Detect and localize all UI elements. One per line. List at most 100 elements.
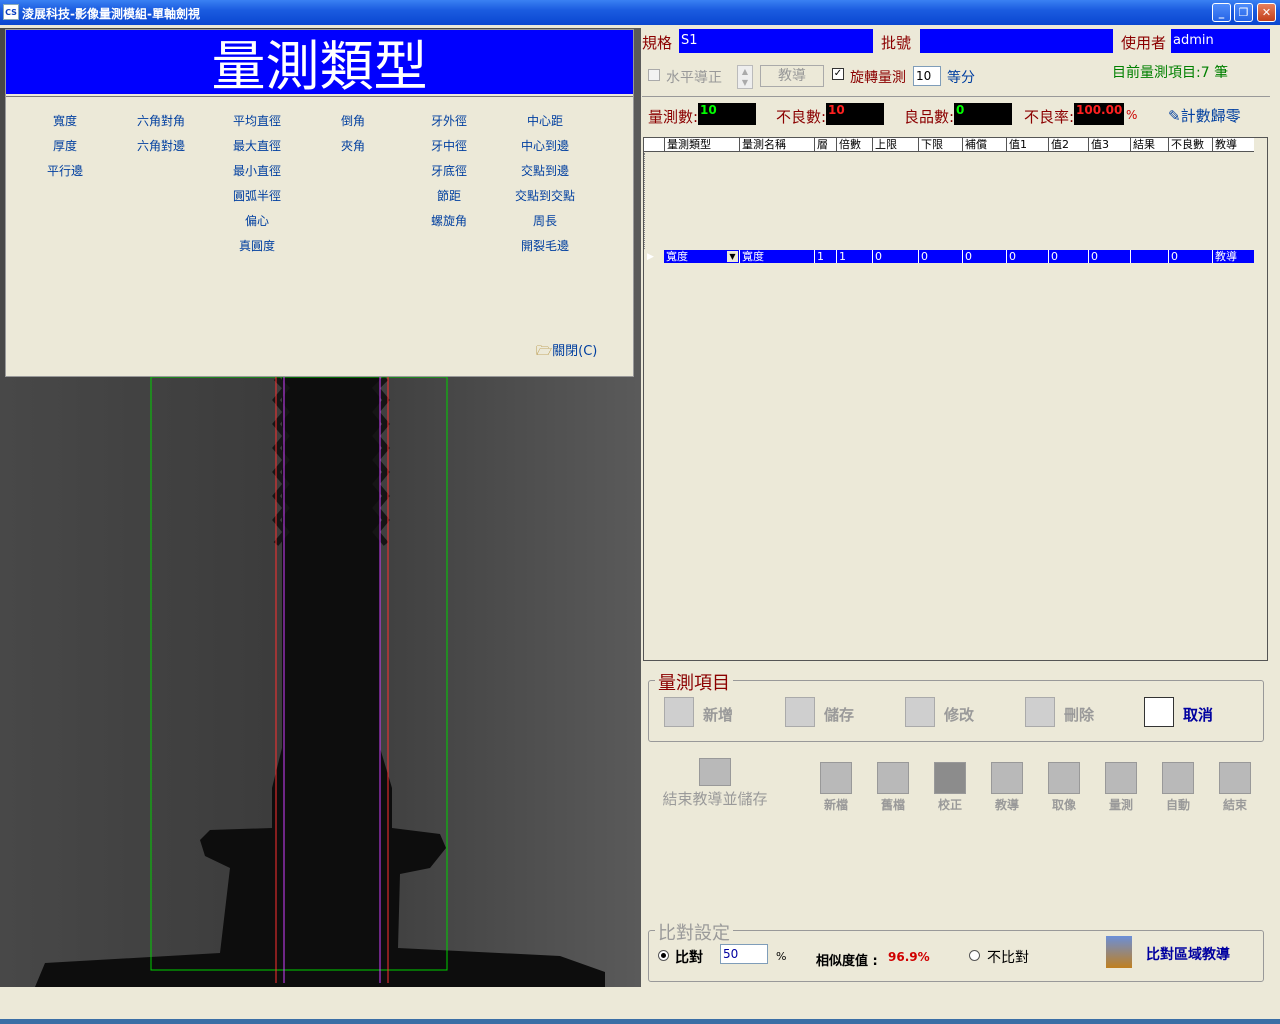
type-thread-root[interactable]: 牙底徑 bbox=[404, 162, 494, 187]
finish-teach-icon bbox=[699, 758, 731, 786]
type-pitch[interactable]: 節距 bbox=[404, 187, 494, 212]
type-arc-radius[interactable]: 圓弧半徑 bbox=[212, 187, 302, 212]
cell[interactable]: 0 bbox=[1048, 250, 1088, 263]
rotate-checkbox[interactable]: ✓ bbox=[832, 68, 844, 80]
reset-count-button[interactable]: ✎計數歸零 bbox=[1168, 105, 1241, 126]
toolbar-open-file-button[interactable]: 舊檔 bbox=[869, 762, 917, 813]
toolbar-calibrate-button[interactable]: 校正 bbox=[926, 762, 974, 813]
user-label: 使用者 bbox=[1121, 34, 1167, 52]
cell[interactable]: 1 bbox=[836, 250, 872, 263]
type-avg-diameter[interactable]: 平均直徑 bbox=[212, 112, 302, 137]
col-header[interactable]: 下限 bbox=[918, 138, 962, 152]
col-header[interactable]: 量測名稱 bbox=[739, 138, 814, 152]
type-thread-pitch-dia[interactable]: 牙中徑 bbox=[404, 137, 494, 162]
type-hex-flat[interactable]: 六角對邊 bbox=[116, 137, 206, 162]
type-hex-diagonal[interactable]: 六角對角 bbox=[116, 112, 206, 137]
app-icon: CS bbox=[3, 4, 19, 20]
folder-icon bbox=[877, 762, 909, 794]
toolbar-new-file-label: 新檔 bbox=[823, 798, 848, 812]
minimize-button[interactable]: _ bbox=[1212, 3, 1231, 22]
type-width[interactable]: 寬度 bbox=[20, 112, 110, 137]
bad-count-value: 10 bbox=[826, 103, 884, 125]
type-center-to-edge[interactable]: 中心到邊 bbox=[500, 137, 590, 162]
col-header[interactable]: 值3 bbox=[1088, 138, 1130, 152]
teach-tools-icon bbox=[991, 762, 1023, 794]
col-header[interactable]: 值2 bbox=[1048, 138, 1088, 152]
cancel-item-label: 取消 bbox=[1183, 706, 1214, 724]
papers-icon bbox=[1144, 697, 1174, 727]
finish-teach-label: 結束教導並儲存 bbox=[662, 790, 768, 808]
toolbar-measure-button[interactable]: 量測 bbox=[1097, 762, 1145, 813]
col-header[interactable]: 量測類型 bbox=[664, 138, 739, 152]
type-point-to-point[interactable]: 交點到交點 bbox=[500, 187, 590, 212]
type-point-to-edge[interactable]: 交點到邊 bbox=[500, 162, 590, 187]
rotate-divisions-input[interactable]: 10 bbox=[913, 66, 941, 86]
type-max-diameter[interactable]: 最大直徑 bbox=[212, 137, 302, 162]
calibrate-icon bbox=[934, 762, 966, 794]
toolbar-auto-button[interactable]: 自動 bbox=[1154, 762, 1202, 813]
type-thickness[interactable]: 厚度 bbox=[20, 137, 110, 162]
level-spinner[interactable]: ▲ ▼ bbox=[737, 65, 753, 89]
cell[interactable]: 寬度 ▼ bbox=[664, 250, 739, 263]
type-min-diameter[interactable]: 最小直徑 bbox=[212, 162, 302, 187]
lot-field[interactable] bbox=[920, 29, 1113, 53]
toolbar-open-file-label: 舊檔 bbox=[880, 798, 905, 812]
cell[interactable]: 0 bbox=[918, 250, 962, 263]
toolbar-capture-button[interactable]: 取像 bbox=[1040, 762, 1088, 813]
type-column-6: 中心距 中心到邊 交點到邊 交點到交點 周長 開裂毛邊 bbox=[500, 112, 590, 262]
cell[interactable]: 寬度 bbox=[739, 250, 814, 263]
edit-icon: ✎ bbox=[1168, 107, 1181, 125]
level-label: 水平導正 bbox=[666, 70, 722, 86]
type-roundness[interactable]: 真圓度 bbox=[212, 237, 302, 262]
toolbar-auto-label: 自動 bbox=[1165, 798, 1190, 812]
col-header[interactable]: 倍數 bbox=[836, 138, 872, 152]
cell[interactable]: 1 bbox=[814, 250, 836, 263]
toolbar-new-file-button[interactable]: 新檔 bbox=[812, 762, 860, 813]
cell[interactable]: 0 bbox=[1168, 250, 1212, 263]
col-header[interactable]: 不良數 bbox=[1168, 138, 1212, 152]
table-row[interactable]: 寬度 ▼ 寬度 1 1 0 0 0 0 0 0 0 教導 bbox=[664, 250, 1254, 263]
type-chamfer[interactable]: 倒角 bbox=[308, 112, 398, 137]
level-teach-button[interactable]: 教導 bbox=[760, 65, 824, 87]
edit-item-label: 修改 bbox=[944, 706, 975, 724]
type-parallel-edge[interactable]: 平行邊 bbox=[20, 162, 110, 187]
measure-items-grid[interactable]: 量測類型 量測名稱 層 倍數 上限 下限 補償 值1 值2 值3 結果 不良數 … bbox=[643, 137, 1268, 661]
type-center-distance[interactable]: 中心距 bbox=[500, 112, 590, 137]
cell[interactable]: 0 bbox=[872, 250, 918, 263]
col-header[interactable]: 值1 bbox=[1006, 138, 1048, 152]
restore-button[interactable]: ❐ bbox=[1234, 3, 1253, 22]
compare-radio[interactable] bbox=[658, 950, 669, 961]
col-header[interactable]: 教導 bbox=[1212, 138, 1254, 152]
cell[interactable]: 0 bbox=[962, 250, 1006, 263]
col-header[interactable]: 層 bbox=[814, 138, 836, 152]
cell[interactable] bbox=[1130, 250, 1168, 263]
user-field[interactable]: admin bbox=[1171, 29, 1270, 53]
edit-ruler-icon bbox=[905, 697, 935, 727]
toolbar-teach-button[interactable]: 教導 bbox=[983, 762, 1031, 813]
type-crack-burr[interactable]: 開裂毛邊 bbox=[500, 237, 590, 262]
no-compare-radio[interactable] bbox=[969, 950, 980, 961]
delete-item-label: 刪除 bbox=[1064, 706, 1095, 724]
exit-person-icon bbox=[1219, 762, 1251, 794]
cell[interactable]: 0 bbox=[1088, 250, 1130, 263]
dropdown-arrow-icon[interactable]: ▼ bbox=[727, 251, 738, 262]
type-helix-angle[interactable]: 螺旋角 bbox=[404, 212, 494, 237]
col-header[interactable]: 上限 bbox=[872, 138, 918, 152]
type-thread-outer[interactable]: 牙外徑 bbox=[404, 112, 494, 137]
type-perimeter[interactable]: 周長 bbox=[500, 212, 590, 237]
spec-field[interactable]: S1 bbox=[679, 29, 873, 53]
cell[interactable]: 教導 bbox=[1212, 250, 1254, 263]
type-eccentric[interactable]: 偏心 bbox=[212, 212, 302, 237]
cell[interactable]: 0 bbox=[1006, 250, 1048, 263]
col-header[interactable]: 補償 bbox=[962, 138, 1006, 152]
type-included-angle[interactable]: 夾角 bbox=[308, 137, 398, 162]
similarity-label: 相似度值 : bbox=[816, 954, 878, 969]
close-window-button[interactable]: ✕ bbox=[1257, 3, 1276, 22]
level-checkbox[interactable] bbox=[648, 69, 660, 81]
close-panel-button[interactable]: 🗁關閉(C) bbox=[536, 340, 597, 364]
compare-threshold-input[interactable]: 50 bbox=[720, 944, 768, 964]
col-header[interactable]: 結果 bbox=[1130, 138, 1168, 152]
toolbar-exit-button[interactable]: 結束 bbox=[1211, 762, 1259, 813]
finish-teach-save-button[interactable]: 結束教導並儲存 bbox=[655, 758, 775, 809]
row-pointer-icon: ▶ bbox=[647, 252, 654, 262]
